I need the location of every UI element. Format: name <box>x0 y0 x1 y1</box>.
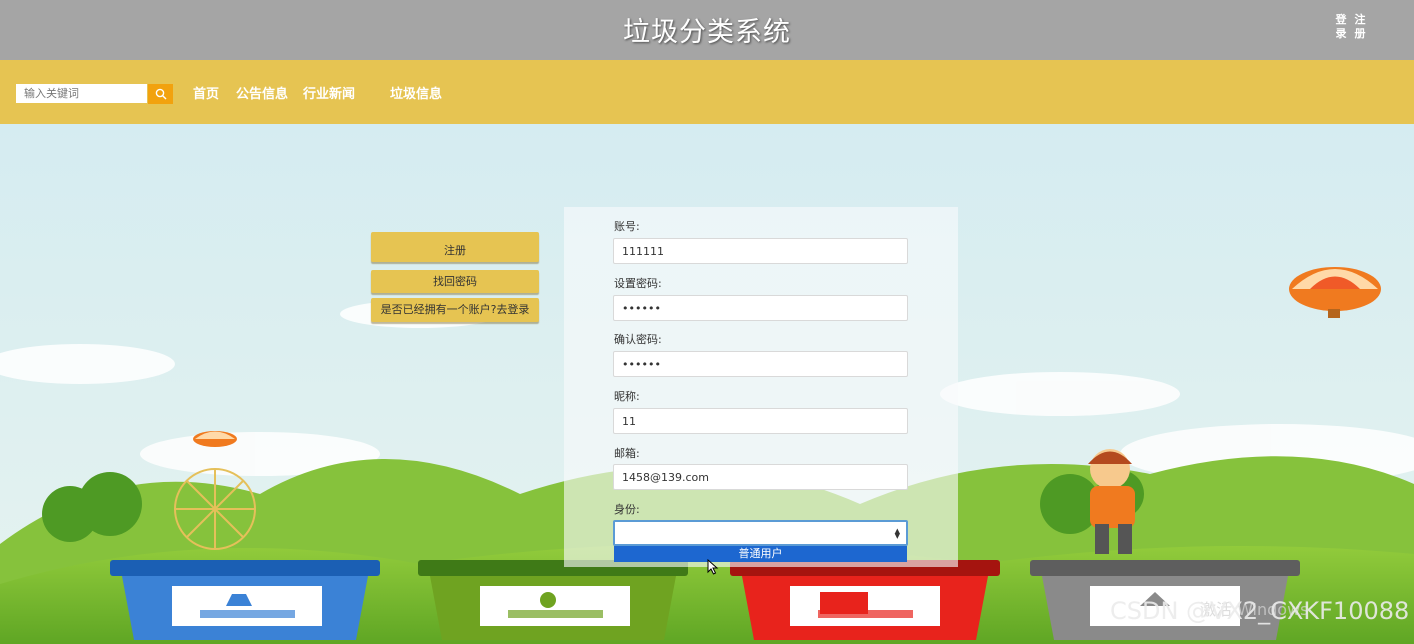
select-arrows-icon: ▲ ▼ <box>894 527 900 540</box>
register-button[interactable]: 注册 <box>371 232 539 262</box>
role-select[interactable]: ▲ ▼ <box>613 520 908 546</box>
confirm-password-label: 确认密码: <box>614 333 662 346</box>
nav-item-announcements[interactable]: 公告信息 <box>236 83 288 102</box>
role-label: 身份: <box>614 503 640 516</box>
kitchen-waste-bin-illustration <box>418 560 688 640</box>
account-label: 账号: <box>614 220 640 233</box>
nickname-label: 昵称: <box>614 390 640 403</box>
password-label: 设置密码: <box>614 277 662 290</box>
nickname-input[interactable] <box>613 408 908 434</box>
nav-bar: 首页 公告信息 行业新闻 垃圾信息 <box>0 60 1414 124</box>
password-input[interactable] <box>613 295 908 321</box>
site-title: 垃圾分类系统 <box>623 17 791 48</box>
recycle-bin-illustration <box>110 560 380 640</box>
csdn-watermark: CSDN @VX2_CXKF10088 <box>1110 597 1410 625</box>
mouse-cursor-icon <box>707 559 719 575</box>
top-header-bar: 垃圾分类系统 登录 注册 <box>0 0 1414 60</box>
forgot-password-button[interactable]: 找回密码 <box>371 270 539 293</box>
nav-item-garbage-info[interactable]: 垃圾信息 <box>390 83 442 102</box>
register-link[interactable]: 注册 <box>1353 13 1367 41</box>
nav-item-industry-news[interactable]: 行业新闻 <box>303 83 355 102</box>
confirm-password-input[interactable] <box>613 351 908 377</box>
nav-item-home[interactable]: 首页 <box>193 83 219 102</box>
login-link[interactable]: 登录 <box>1334 13 1348 41</box>
go-login-button[interactable]: 是否已经拥有一个账户?去登录 <box>371 298 539 322</box>
search-button[interactable] <box>148 84 173 104</box>
email-input[interactable] <box>613 464 908 490</box>
account-input[interactable] <box>613 238 908 264</box>
hazardous-waste-bin-illustration <box>730 560 1000 640</box>
role-option-normal-user[interactable]: 普通用户 <box>614 546 907 562</box>
search-input[interactable] <box>15 83 148 104</box>
email-label: 邮箱: <box>614 447 640 460</box>
search-icon <box>155 88 166 100</box>
